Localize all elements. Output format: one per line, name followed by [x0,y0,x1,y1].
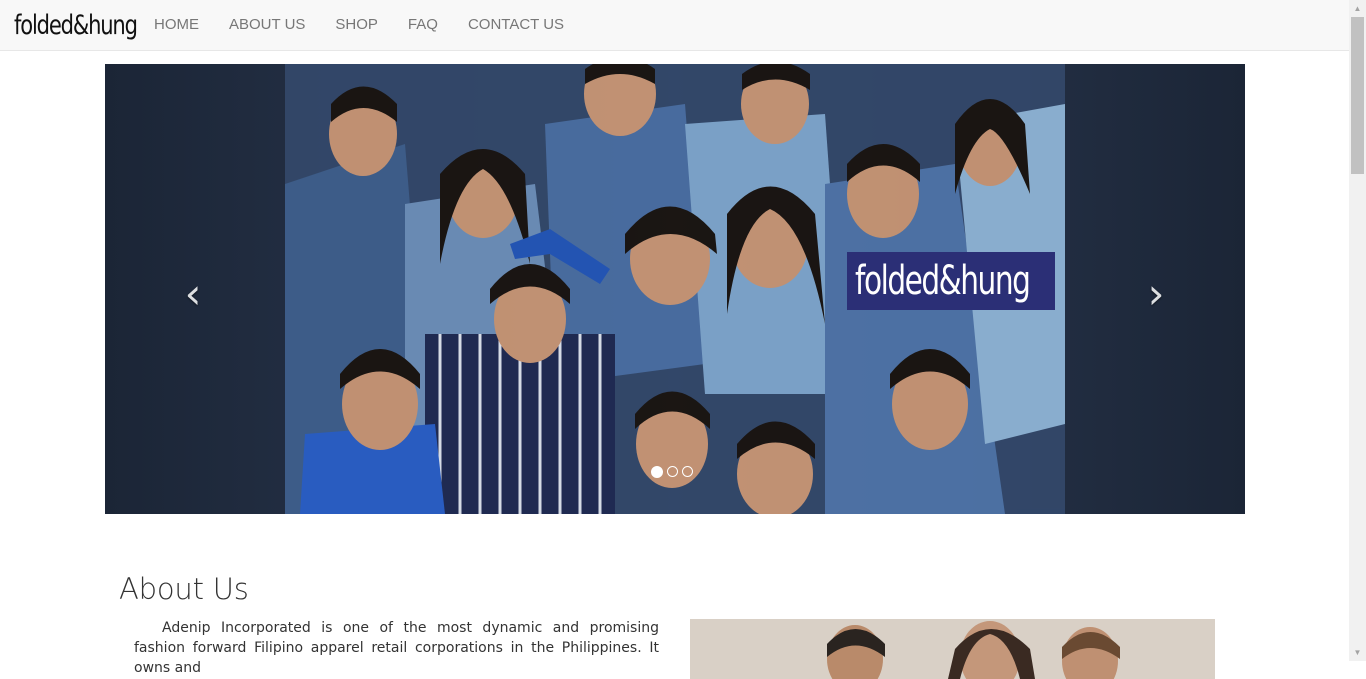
nav-home[interactable]: HOME [139,0,214,50]
carousel-brand-banner: folded&hung [847,252,1055,310]
carousel-prev-button[interactable]: ‹ [163,273,223,315]
about-us-text: Adenip Incorporated is one of the most d… [134,620,659,676]
nav-about-us[interactable]: ABOUT US [214,0,320,50]
carousel-indicators [651,466,693,478]
scroll-up-icon[interactable]: ▲ [1349,0,1366,17]
about-us-photo [690,619,1215,679]
about-us-heading: About Us [119,572,249,606]
nav-shop[interactable]: SHOP [320,0,393,50]
hero-carousel: folded&hung ‹ › [105,64,1245,514]
navbar: folded&hung HOME ABOUT US SHOP FAQ CONTA… [0,0,1349,51]
carousel-indicator-2[interactable] [667,466,678,477]
about-us-image [690,619,1215,679]
nav-faq[interactable]: FAQ [393,0,453,50]
main-nav: HOME ABOUT US SHOP FAQ CONTACT US [139,0,579,50]
scroll-down-icon[interactable]: ▼ [1349,644,1366,661]
carousel-next-button[interactable]: › [1126,273,1186,315]
carousel-slide-image [105,64,1245,514]
brand-logo[interactable]: folded&hung [14,8,138,44]
chevron-left-icon: ‹ [184,269,202,318]
carousel-indicator-1[interactable] [651,466,663,478]
carousel-indicator-3[interactable] [682,466,693,477]
chevron-right-icon: › [1147,269,1165,318]
scrollbar-thumb[interactable] [1351,17,1364,174]
page-scrollbar[interactable]: ▲ ▼ [1349,0,1366,661]
nav-contact-us[interactable]: CONTACT US [453,0,579,50]
